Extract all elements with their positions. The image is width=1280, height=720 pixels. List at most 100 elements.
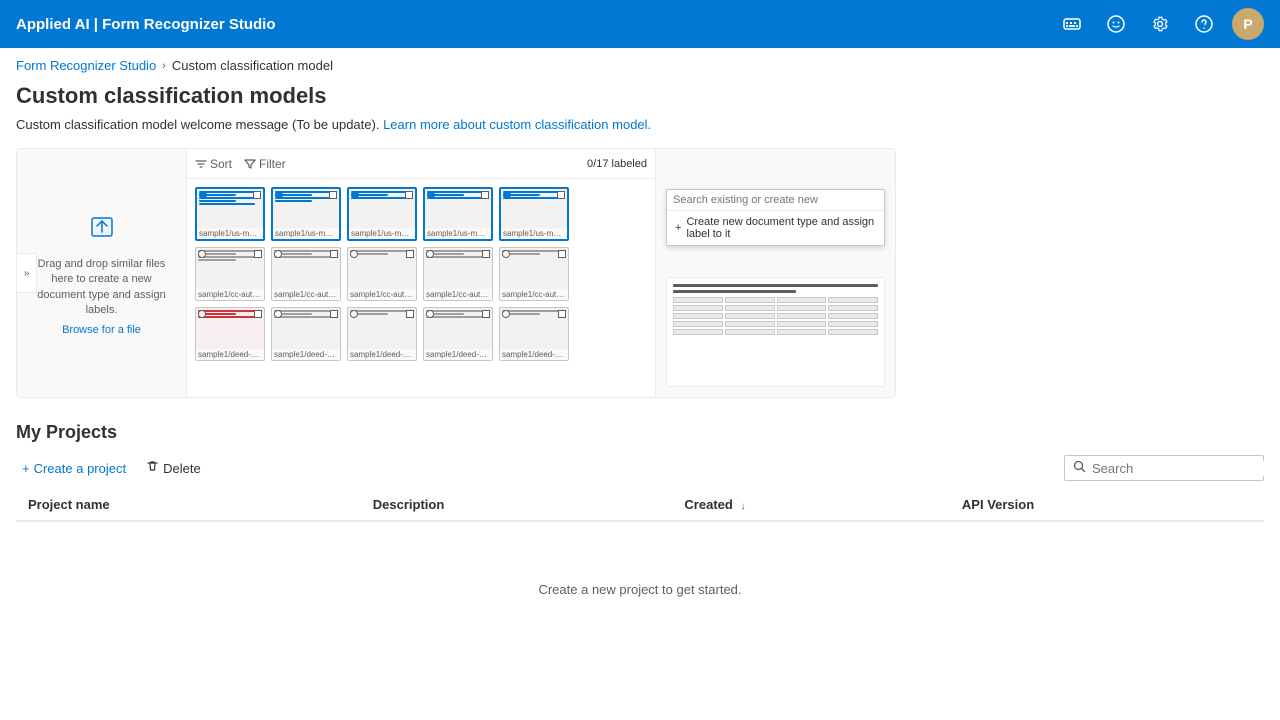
doc-checkbox xyxy=(330,310,338,318)
col-created[interactable]: Created ↓ xyxy=(672,489,950,521)
doc-radio xyxy=(426,310,434,318)
doc-thumb[interactable]: sample1/us-man... xyxy=(195,187,265,241)
doc-checkbox xyxy=(406,250,414,258)
breadcrumb-current: Custom classification model xyxy=(172,58,333,73)
doc-checkbox xyxy=(405,191,413,199)
plus-icon: + xyxy=(675,222,681,234)
doc-thumb[interactable]: sample1/us-man... xyxy=(271,187,341,241)
doc-radio xyxy=(274,310,282,318)
upload-panel: Drag and drop similar files here to crea… xyxy=(17,149,187,397)
main-content: Custom classification models Custom clas… xyxy=(0,83,1280,673)
page-description: Custom classification model welcome mess… xyxy=(16,117,1264,132)
search-icon xyxy=(1073,460,1086,476)
doc-checkbox xyxy=(482,310,490,318)
doc-row-3: sample1/deed-of-t... sample1/deed-of-t..… xyxy=(195,307,647,361)
doc-radio xyxy=(198,250,206,258)
sort-button[interactable]: Sort xyxy=(195,157,232,171)
my-projects-title: My Projects xyxy=(16,422,1264,443)
doc-thumb[interactable]: sample1/us-man... xyxy=(347,187,417,241)
col-description[interactable]: Description xyxy=(361,489,673,521)
empty-state: Create a new project to get started. xyxy=(16,522,1264,657)
doc-thumb[interactable]: sample1/cc-auth... xyxy=(423,247,493,301)
doc-checkbox xyxy=(254,310,262,318)
labeled-count: 0/17 labeled xyxy=(587,158,647,170)
browse-link[interactable]: Browse for a file xyxy=(62,324,141,336)
plus-icon: + xyxy=(22,461,30,476)
upload-icon xyxy=(86,210,118,249)
doc-thumb[interactable]: sample1/deed-of-t... xyxy=(423,307,493,361)
demo-area: Drag and drop similar files here to crea… xyxy=(16,148,896,398)
breadcrumb-separator: › xyxy=(162,60,166,72)
breadcrumb: Form Recognizer Studio › Custom classifi… xyxy=(0,48,1280,83)
delete-button[interactable]: Delete xyxy=(140,456,207,480)
projects-toolbar: + Create a project Create a project Dele… xyxy=(16,455,1264,481)
doc-checkbox xyxy=(253,191,261,199)
upload-text: Drag and drop similar files here to crea… xyxy=(33,257,170,319)
preview-line xyxy=(673,284,878,287)
doc-radio xyxy=(199,191,207,199)
doc-thumb[interactable]: sample1/deed-of-t... xyxy=(347,307,417,361)
help-icon[interactable] xyxy=(1188,8,1220,40)
settings-icon[interactable] xyxy=(1144,8,1176,40)
doc-radio xyxy=(198,310,206,318)
doc-checkbox xyxy=(557,191,565,199)
breadcrumb-home[interactable]: Form Recognizer Studio xyxy=(16,58,156,73)
doc-thumb[interactable]: sample1/us-man... xyxy=(499,187,569,241)
create-doc-type-item[interactable]: + Create new document type and assign la… xyxy=(667,211,884,245)
col-api-version[interactable]: API Version xyxy=(950,489,1264,521)
toolbar-left: + Create a project Create a project Dele… xyxy=(16,456,207,480)
doc-checkbox xyxy=(406,310,414,318)
doc-row-1: sample1/us-man... sample1/us-man... xyxy=(195,187,647,241)
doc-radio xyxy=(426,250,434,258)
doc-radio xyxy=(502,310,510,318)
filter-button[interactable]: Filter xyxy=(244,157,286,171)
col-project-name[interactable]: Project name xyxy=(16,489,361,521)
delete-icon xyxy=(146,460,159,476)
doc-radio xyxy=(350,250,358,258)
doc-thumb[interactable]: sample1/deed-of-t... xyxy=(271,307,341,361)
doc-thumb[interactable]: sample1/us-man... xyxy=(423,187,493,241)
label-panel: + Create new document type and assign la… xyxy=(655,149,895,397)
label-dropdown[interactable]: + Create new document type and assign la… xyxy=(666,189,885,246)
doc-checkbox xyxy=(330,250,338,258)
create-project-button[interactable]: + Create a project xyxy=(16,457,132,480)
emoji-icon[interactable] xyxy=(1100,8,1132,40)
avatar[interactable]: P xyxy=(1232,8,1264,40)
doc-thumb[interactable]: sample1/deed-of-t... xyxy=(195,307,265,361)
doc-radio xyxy=(503,191,511,199)
doc-radio xyxy=(275,191,283,199)
doc-thumb[interactable]: sample1/cc-auth... xyxy=(195,247,265,301)
label-search-input[interactable] xyxy=(667,190,884,211)
doc-radio xyxy=(350,310,358,318)
document-grid: sample1/us-man... sample1/us-man... xyxy=(187,179,655,397)
doc-thumb[interactable]: sample1/cc-auth... xyxy=(347,247,417,301)
preview-line xyxy=(673,290,796,293)
sort-icon: ↓ xyxy=(740,501,745,512)
search-box[interactable] xyxy=(1064,455,1264,481)
doc-checkbox xyxy=(481,191,489,199)
doc-viewer: Sort Filter 0/17 labeled xyxy=(187,149,655,397)
doc-toolbar: Sort Filter 0/17 labeled xyxy=(187,149,655,179)
doc-checkbox xyxy=(329,191,337,199)
doc-radio xyxy=(274,250,282,258)
preview-table xyxy=(673,297,878,335)
sample-document-preview xyxy=(666,277,885,387)
doc-thumb[interactable]: sample1/cc-auth... xyxy=(499,247,569,301)
doc-thumb[interactable]: sample1/cc-auth... xyxy=(271,247,341,301)
create-project-container: + Create a project Create a project xyxy=(16,457,132,480)
search-input[interactable] xyxy=(1092,461,1268,476)
projects-table: Project name Description Created ↓ API V… xyxy=(16,489,1264,522)
keyboard-icon[interactable] xyxy=(1056,8,1088,40)
app-title: Applied AI | Form Recognizer Studio xyxy=(16,16,275,33)
page-title: Custom classification models xyxy=(16,83,1264,109)
doc-radio xyxy=(502,250,510,258)
learn-more-link[interactable]: Learn more about custom classification m… xyxy=(383,117,651,132)
doc-radio xyxy=(351,191,359,199)
expand-button[interactable]: » xyxy=(17,253,37,293)
doc-checkbox xyxy=(558,310,566,318)
doc-row-2: sample1/cc-auth... sample1/cc-auth... xyxy=(195,247,647,301)
doc-thumb[interactable]: sample1/deed-of-t... xyxy=(499,307,569,361)
doc-checkbox xyxy=(254,250,262,258)
doc-checkbox xyxy=(558,250,566,258)
doc-checkbox xyxy=(482,250,490,258)
